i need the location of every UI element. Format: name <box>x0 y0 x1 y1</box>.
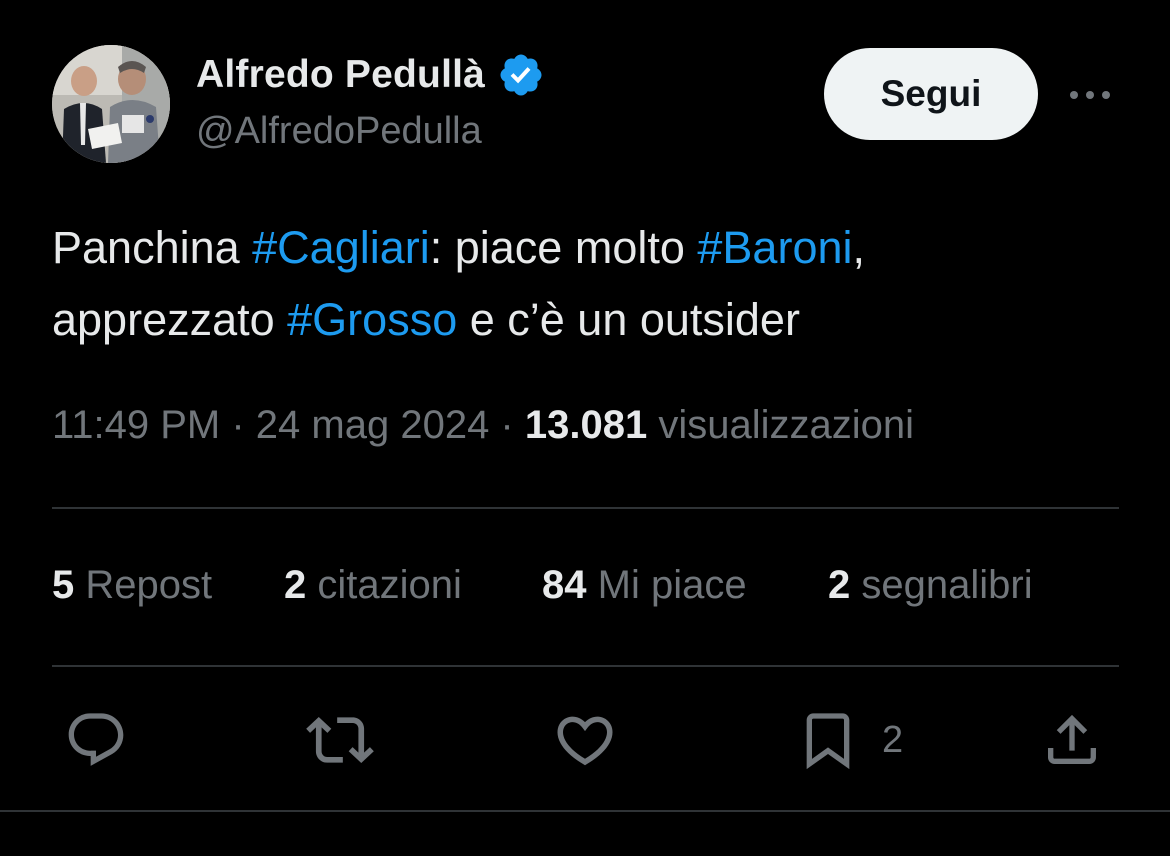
tweet-text: Panchina #Cagliari: piace molto #Baroni,… <box>52 212 1132 356</box>
divider <box>0 810 1170 812</box>
stat-bookmarks[interactable]: 2 segnalibri <box>828 563 1033 608</box>
like-button[interactable] <box>552 705 618 775</box>
reply-button[interactable] <box>64 705 128 775</box>
stat-reposts[interactable]: 5 Repost <box>52 563 212 608</box>
avatar-photo <box>52 45 170 163</box>
reply-icon <box>68 713 124 766</box>
views-label: visualizzazioni <box>658 403 914 447</box>
verified-badge-icon[interactable] <box>497 51 545 99</box>
avatar[interactable] <box>52 45 170 163</box>
stat-count: 2 <box>828 563 851 607</box>
stat-label: citazioni <box>317 563 462 607</box>
tweet-text-line: apprezzato #Grosso e c’è un outsider <box>52 284 1132 356</box>
repost-icon <box>306 716 374 764</box>
tweet-text-segment: Panchina <box>52 222 253 273</box>
tweet-text-segment: e c’è un outsider <box>457 294 800 345</box>
tweet-text-segment: : piace molto <box>429 222 698 273</box>
tweet-time[interactable]: 11:49 PM <box>52 403 220 447</box>
hashtag-link[interactable]: #Baroni <box>697 222 852 273</box>
hashtag-link[interactable]: #Grosso <box>287 294 457 345</box>
meta-separator: · <box>489 403 525 447</box>
divider <box>52 507 1119 509</box>
hashtag-link[interactable]: #Cagliari <box>252 222 430 273</box>
share-button[interactable] <box>1040 705 1104 775</box>
bookmark-icon <box>806 713 850 770</box>
stat-quotes[interactable]: 2 citazioni <box>284 563 462 608</box>
stat-count: 5 <box>52 563 75 607</box>
author-handle[interactable]: @AlfredoPedulla <box>196 110 482 153</box>
author-display-name[interactable]: Alfredo Pedullà <box>196 53 485 97</box>
stat-label: Repost <box>85 563 213 607</box>
stat-count: 84 <box>542 563 587 607</box>
follow-button[interactable]: Segui <box>824 48 1038 140</box>
tweet-text-line: Panchina #Cagliari: piace molto #Baroni, <box>52 212 1132 284</box>
tweet-meta: 11:49 PM · 24 mag 2024 · 13.081 visualiz… <box>52 403 914 448</box>
bookmark-count: 2 <box>882 718 904 761</box>
repost-button[interactable] <box>306 705 374 775</box>
more-horizontal-icon[interactable] <box>1066 80 1114 110</box>
author-name-row: Alfredo Pedullà <box>196 50 545 100</box>
tweet-date[interactable]: 24 mag 2024 <box>256 403 490 447</box>
bookmark-button[interactable]: 2 <box>796 705 903 775</box>
share-icon <box>1048 714 1096 764</box>
stat-likes[interactable]: 84 Mi piace <box>542 563 747 608</box>
tweet-text-segment: apprezzato <box>52 294 288 345</box>
heart-icon <box>557 716 613 766</box>
divider <box>52 665 1119 667</box>
stat-label: Mi piace <box>597 563 747 607</box>
meta-separator: · <box>220 403 256 447</box>
stat-count: 2 <box>284 563 307 607</box>
views-count: 13.081 <box>524 403 648 447</box>
stat-label: segnalibri <box>861 563 1033 607</box>
tweet-text-segment: , <box>852 222 866 273</box>
